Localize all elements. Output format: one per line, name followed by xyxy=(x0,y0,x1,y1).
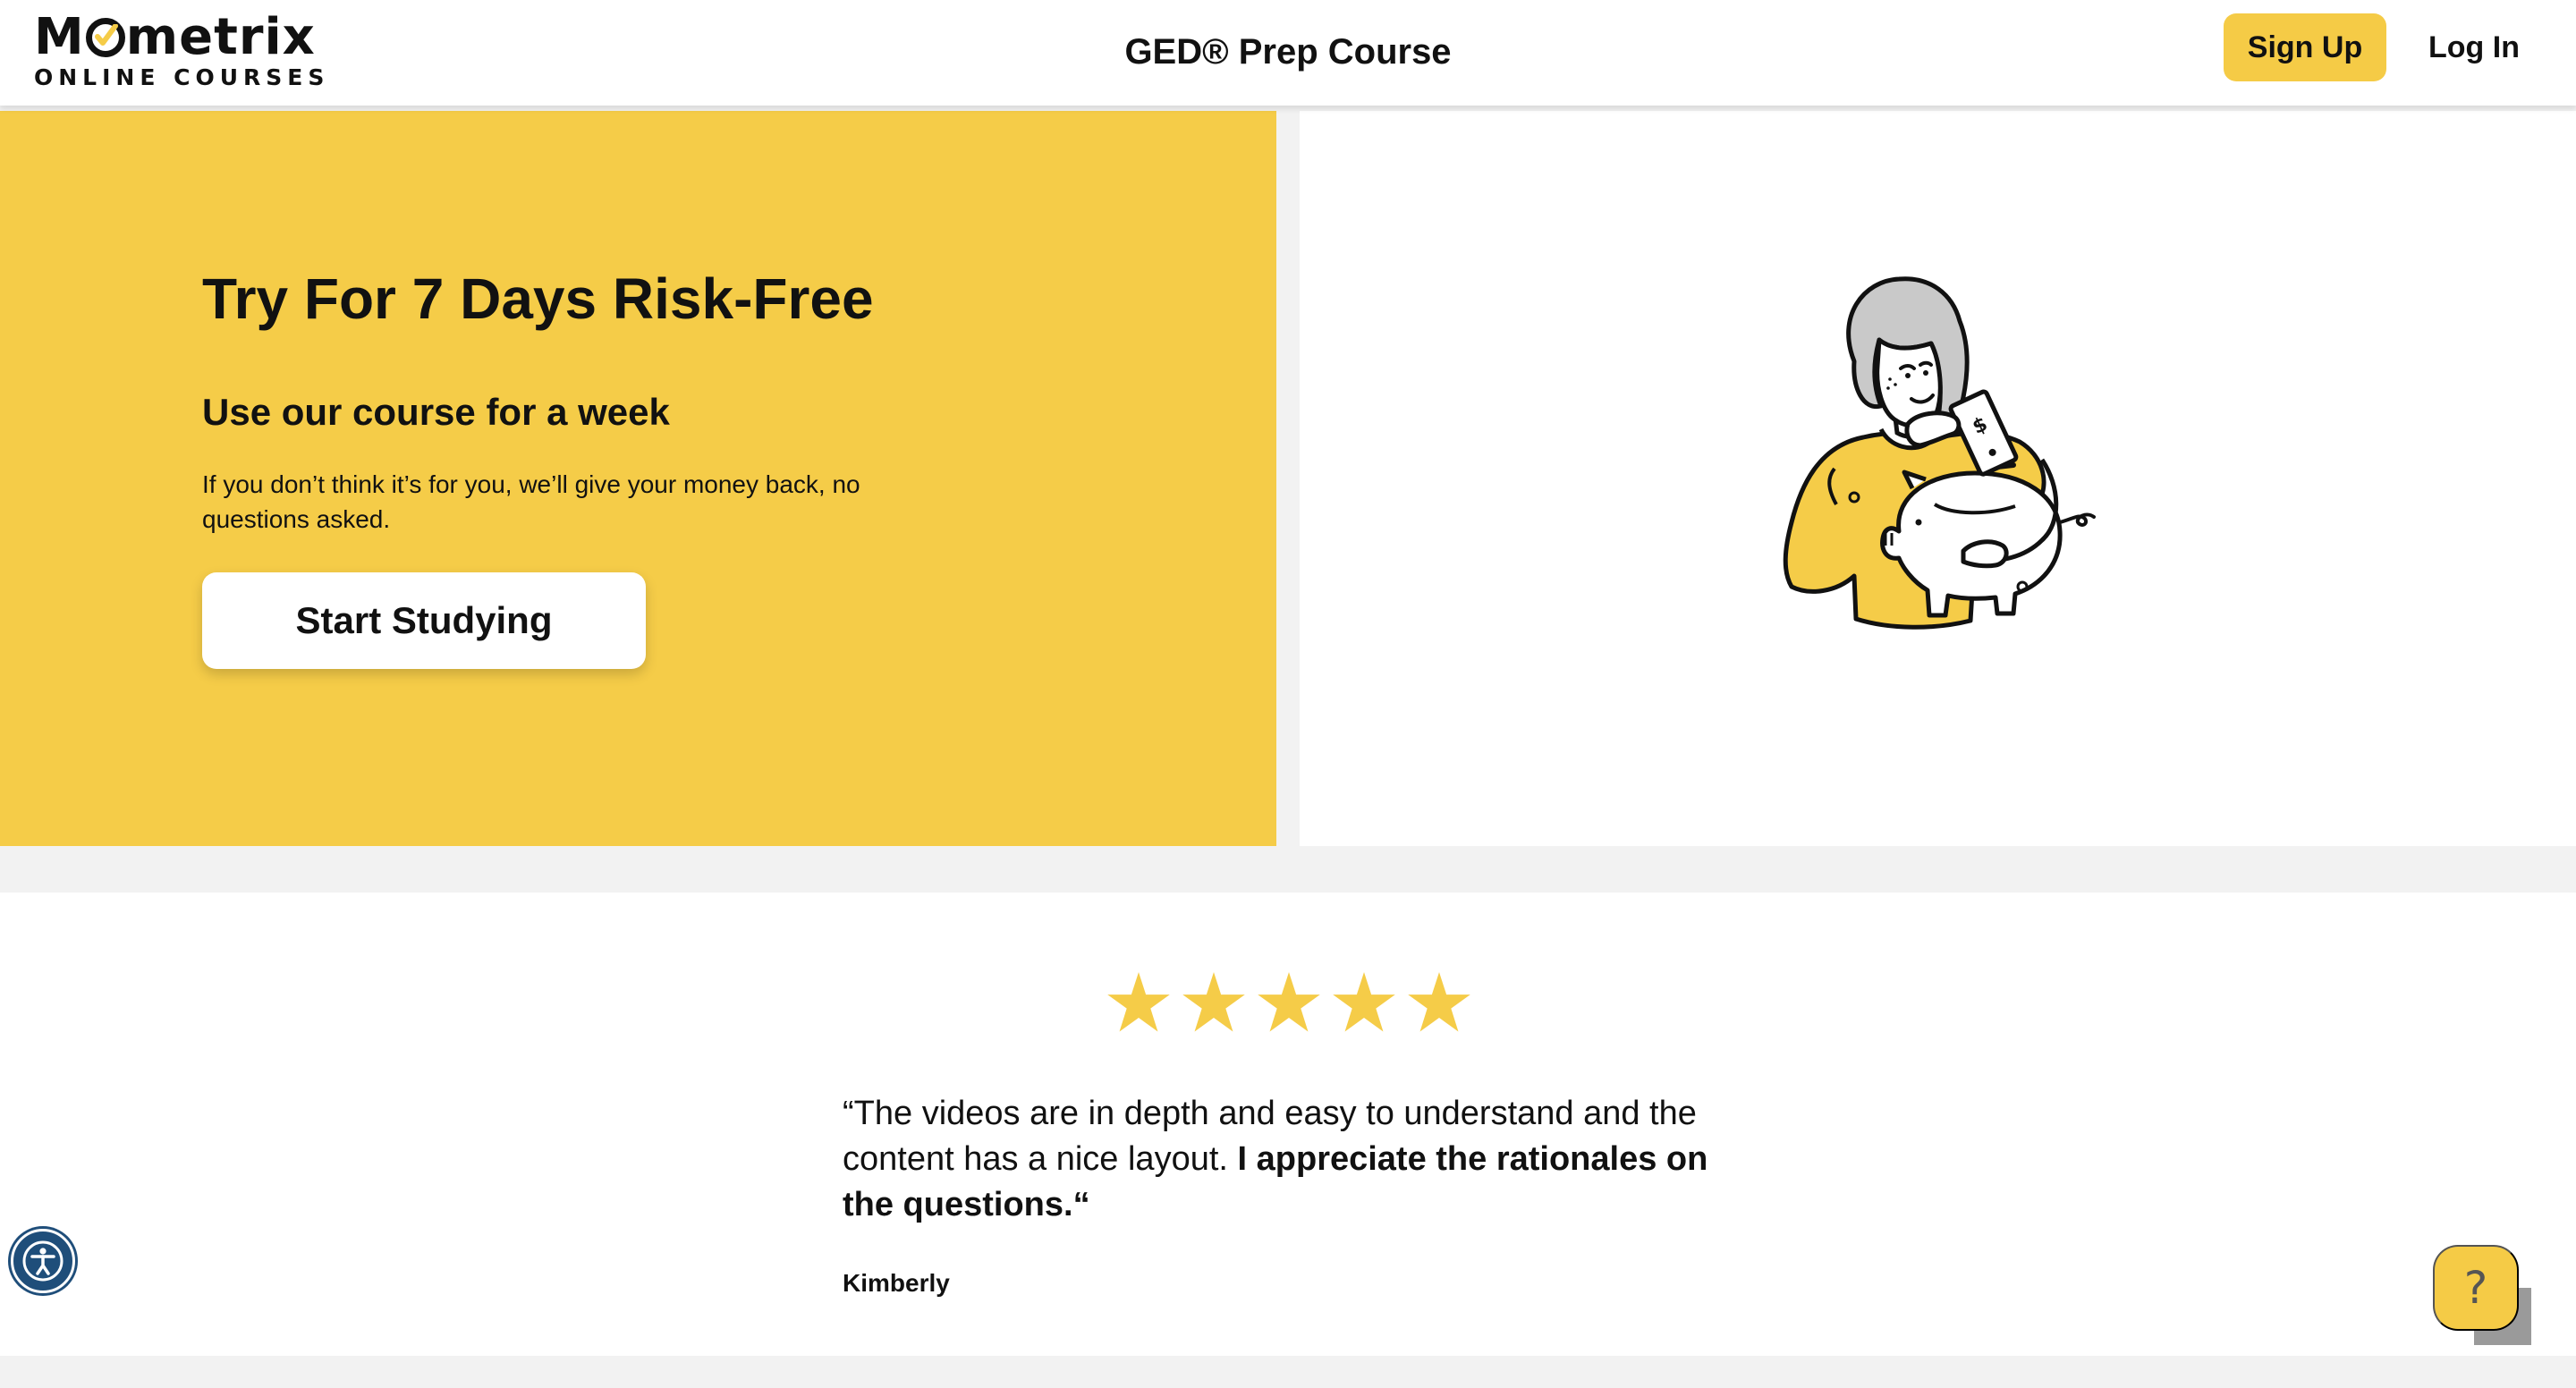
hero-illustration-panel: $ xyxy=(1300,111,2576,846)
testimonial-quote: “The videos are in depth and easy to und… xyxy=(843,1091,1737,1228)
hero-promo-panel: Try For 7 Days Risk-Free Use our course … xyxy=(0,111,1276,846)
logo-subtext: ONLINE COURSES xyxy=(34,64,330,90)
hero-subheading: Use our course for a week xyxy=(202,391,670,433)
star-icon xyxy=(1408,971,1470,1032)
star-icon xyxy=(1258,971,1320,1032)
star-icon xyxy=(1107,971,1170,1032)
start-studying-button[interactable]: Start Studying xyxy=(202,572,646,669)
logo-wordmark: Mmetrix xyxy=(34,8,316,66)
testimonial-author: Kimberly xyxy=(843,1269,950,1297)
star-icon xyxy=(1182,971,1245,1032)
rating-stars xyxy=(1106,969,1472,1050)
hero-description: If you don’t think it’s for you, we’ll g… xyxy=(202,470,860,533)
log-in-link[interactable]: Log In xyxy=(2415,13,2533,81)
testimonial-section: “The videos are in depth and easy to und… xyxy=(0,893,2576,1356)
hero-heading: Try For 7 Days Risk-Free xyxy=(202,267,874,331)
accessibility-icon xyxy=(22,1240,64,1282)
page-title: GED® Prep Course xyxy=(1124,32,1452,72)
accessibility-button[interactable] xyxy=(11,1229,75,1293)
logo-check-icon xyxy=(85,18,125,57)
star-icon xyxy=(1333,971,1395,1032)
sign-up-button[interactable]: Sign Up xyxy=(2224,13,2386,81)
woman-piggy-bank-illustration: $ xyxy=(1783,276,2096,630)
help-button[interactable]: ? xyxy=(2433,1245,2519,1331)
site-header: Mmetrix ONLINE COURSES GED® Prep Course … xyxy=(0,0,2576,106)
mometrix-logo[interactable]: Mmetrix ONLINE COURSES xyxy=(32,8,336,90)
